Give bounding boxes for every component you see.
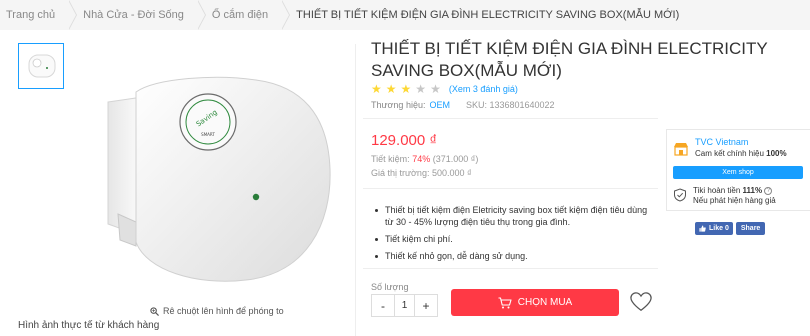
breadcrumb-separator [196,0,206,30]
quantity-stepper: - 1 + [371,294,438,317]
refund-info: Tiki hoàn tiền 111% ? Nếu phát hiện hàng… [693,186,776,205]
rating-row: ★ ★ ★ ★ ★ (Xem 3 đánh giá) [371,83,518,95]
star-filled-icon: ★ [400,82,412,96]
divider [363,188,658,189]
product-main-image[interactable]: Saving SMART [96,74,332,284]
divider [363,268,658,269]
saving-info: Tiết kiệm: 74% (371.000 ₫) [371,154,478,164]
quantity-label: Số lượng [371,282,409,292]
social-buttons: Like 0 Share [695,222,766,235]
star-empty-icon: ★ [415,82,427,96]
zoom-hint-text: Rê chuột lên hình để phóng to [163,306,284,316]
thumbnail-image [28,54,56,78]
current-price: 129.000 ₫ [371,132,438,149]
zoom-hint: Rê chuột lên hình để phóng to [150,306,284,316]
column-divider [355,44,356,336]
wishlist-heart-icon[interactable] [630,291,652,313]
facebook-share-button[interactable]: Share [735,222,766,235]
buy-button[interactable]: CHỌN MUA [451,289,619,316]
breadcrumb: Trang chủ Nhà Cửa - Đời Sống Ổ cắm điện … [0,0,810,30]
saving-amount: (371.000 ₫) [432,154,479,164]
star-filled-icon: ★ [385,82,397,96]
brand-row: Thương hiệu: OEM SKU: 1336801640022 [371,100,555,110]
zoom-icon [150,306,159,316]
cart-icon [498,296,512,308]
customer-photos-label[interactable]: Hình ảnh thực tế từ khách hàng [18,320,159,331]
breadcrumb-subcategory[interactable]: Ổ cắm điện [206,0,282,30]
star-filled-icon: ★ [371,82,382,96]
breadcrumb-current: THIẾT BỊ TIẾT KIỆM ĐIỆN GIA ĐÌNH ELECTRI… [296,9,680,21]
seller-promise: Cam kết chính hiệu 100% [695,149,787,158]
product-card: Saving SMART Rê chuột lên hình để phóng … [0,30,810,336]
divider [363,118,658,119]
breadcrumb-separator [68,0,78,30]
shop-icon [674,143,688,156]
feature-item: Thiết bị tiết kiệm điện Eletricity savin… [371,204,651,228]
sku-text: SKU: 1336801640022 [465,100,555,110]
feature-list: Thiết bị tiết kiệm điện Eletricity savin… [371,204,651,267]
buy-button-label: CHỌN MUA [517,297,573,308]
star-empty-icon: ★ [430,82,441,96]
thumbs-up-icon [699,225,706,232]
breadcrumb-category[interactable]: Nhà Cửa - Đời Sống [77,0,198,30]
saving-label: Tiết kiệm: [371,154,410,164]
product-title: THIẾT BỊ TIẾT KIỆM ĐIỆN GIA ĐÌNH ELECTRI… [371,39,768,80]
product-thumbnail[interactable] [18,43,64,89]
quantity-increase-button[interactable]: + [415,295,437,316]
breadcrumb-home[interactable]: Trang chủ [0,0,69,30]
quantity-decrease-button[interactable]: - [372,295,394,316]
refund-shield-icon [674,188,686,202]
svg-text:SMART: SMART [201,132,215,137]
brand-link[interactable]: OEM [429,100,450,110]
seller-box: TVC Vietnam Cam kết chính hiệu 100% Xem … [666,129,810,211]
facebook-like-button[interactable]: Like 0 [695,222,733,235]
feature-item: Thiết kế nhỏ gọn, dễ dàng sử dụng. [371,250,651,262]
breadcrumb-separator [281,0,291,30]
brand-label: Thương hiệu: [371,100,426,110]
view-shop-button[interactable]: Xem shop [673,166,803,179]
saving-percent: 74% [412,154,431,164]
view-reviews-link[interactable]: (Xem 3 đánh giá) [449,84,518,94]
help-icon[interactable]: ? [764,186,773,195]
quantity-input[interactable]: 1 [394,295,415,316]
market-price: Giá thị trường: 500.000 ₫ [371,168,472,178]
seller-name[interactable]: TVC Vietnam [695,137,787,147]
feature-item: Tiết kiệm chi phí. [371,233,651,245]
